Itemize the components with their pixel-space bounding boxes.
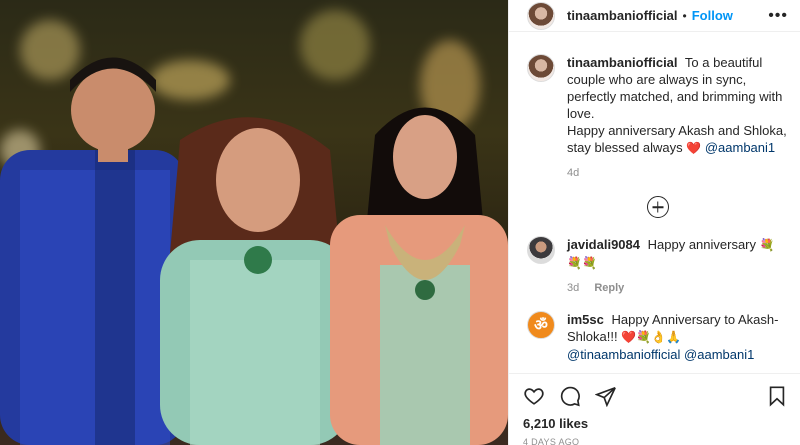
header-separator: • [682, 8, 687, 23]
comment-username[interactable]: im5sc [567, 312, 604, 327]
comment-mention[interactable]: @tinaambaniofficial [567, 347, 680, 362]
caption-mention[interactable]: @aambani1 [705, 140, 775, 155]
comment-icon[interactable] [559, 385, 581, 407]
comment-mention[interactable]: @aambani1 [684, 347, 754, 362]
caption: tinaambaniofficial To a beautiful couple… [527, 54, 788, 182]
instagram-post: tinaambaniofficial • Follow ••• tinaamba… [0, 0, 800, 445]
commenter-avatar[interactable] [527, 236, 555, 264]
person-center [160, 117, 350, 445]
heart-icon[interactable] [523, 385, 545, 407]
follow-button[interactable]: Follow [692, 8, 733, 23]
author-username[interactable]: tinaambaniofficial [567, 8, 678, 23]
comments-list[interactable]: tinaambaniofficial To a beautiful couple… [509, 32, 800, 373]
caption-username[interactable]: tinaambaniofficial [567, 55, 678, 70]
comment-emoji: ❤️💐👌🙏 [621, 330, 681, 344]
post-actions: 6,210 likes 4 DAYS AGO [509, 373, 800, 445]
comment-username[interactable]: javidali9084 [567, 237, 640, 252]
reply-button[interactable]: Reply [594, 282, 624, 294]
comment-item: ॐ im5sc Happy Anniversary to Akash-Shlok… [527, 311, 788, 363]
heart-emoji: ❤️ [686, 141, 702, 155]
share-icon[interactable] [595, 385, 617, 407]
caption-time[interactable]: 4d [567, 167, 579, 179]
add-circle-icon[interactable] [646, 196, 669, 218]
load-more-comments[interactable] [527, 196, 788, 218]
comment-item: javidali9084 Happy anniversary 💐💐💐 3d Re… [527, 236, 788, 297]
comment-time[interactable]: 3d [567, 282, 579, 294]
more-icon[interactable]: ••• [768, 7, 788, 25]
post-side-panel: tinaambaniofficial • Follow ••• tinaamba… [508, 0, 800, 445]
author-avatar[interactable] [527, 1, 555, 30]
person-right [330, 107, 508, 445]
bookmark-icon[interactable] [766, 385, 788, 407]
post-photo[interactable] [0, 0, 508, 445]
post-date[interactable]: 4 DAYS AGO [523, 437, 788, 445]
likes-count[interactable]: 6,210 likes [523, 416, 788, 431]
caption-avatar[interactable] [527, 54, 555, 82]
post-header: tinaambaniofficial • Follow ••• [509, 0, 800, 32]
comment-text: Happy anniversary [647, 237, 757, 252]
commenter-avatar-om[interactable]: ॐ [527, 311, 555, 339]
